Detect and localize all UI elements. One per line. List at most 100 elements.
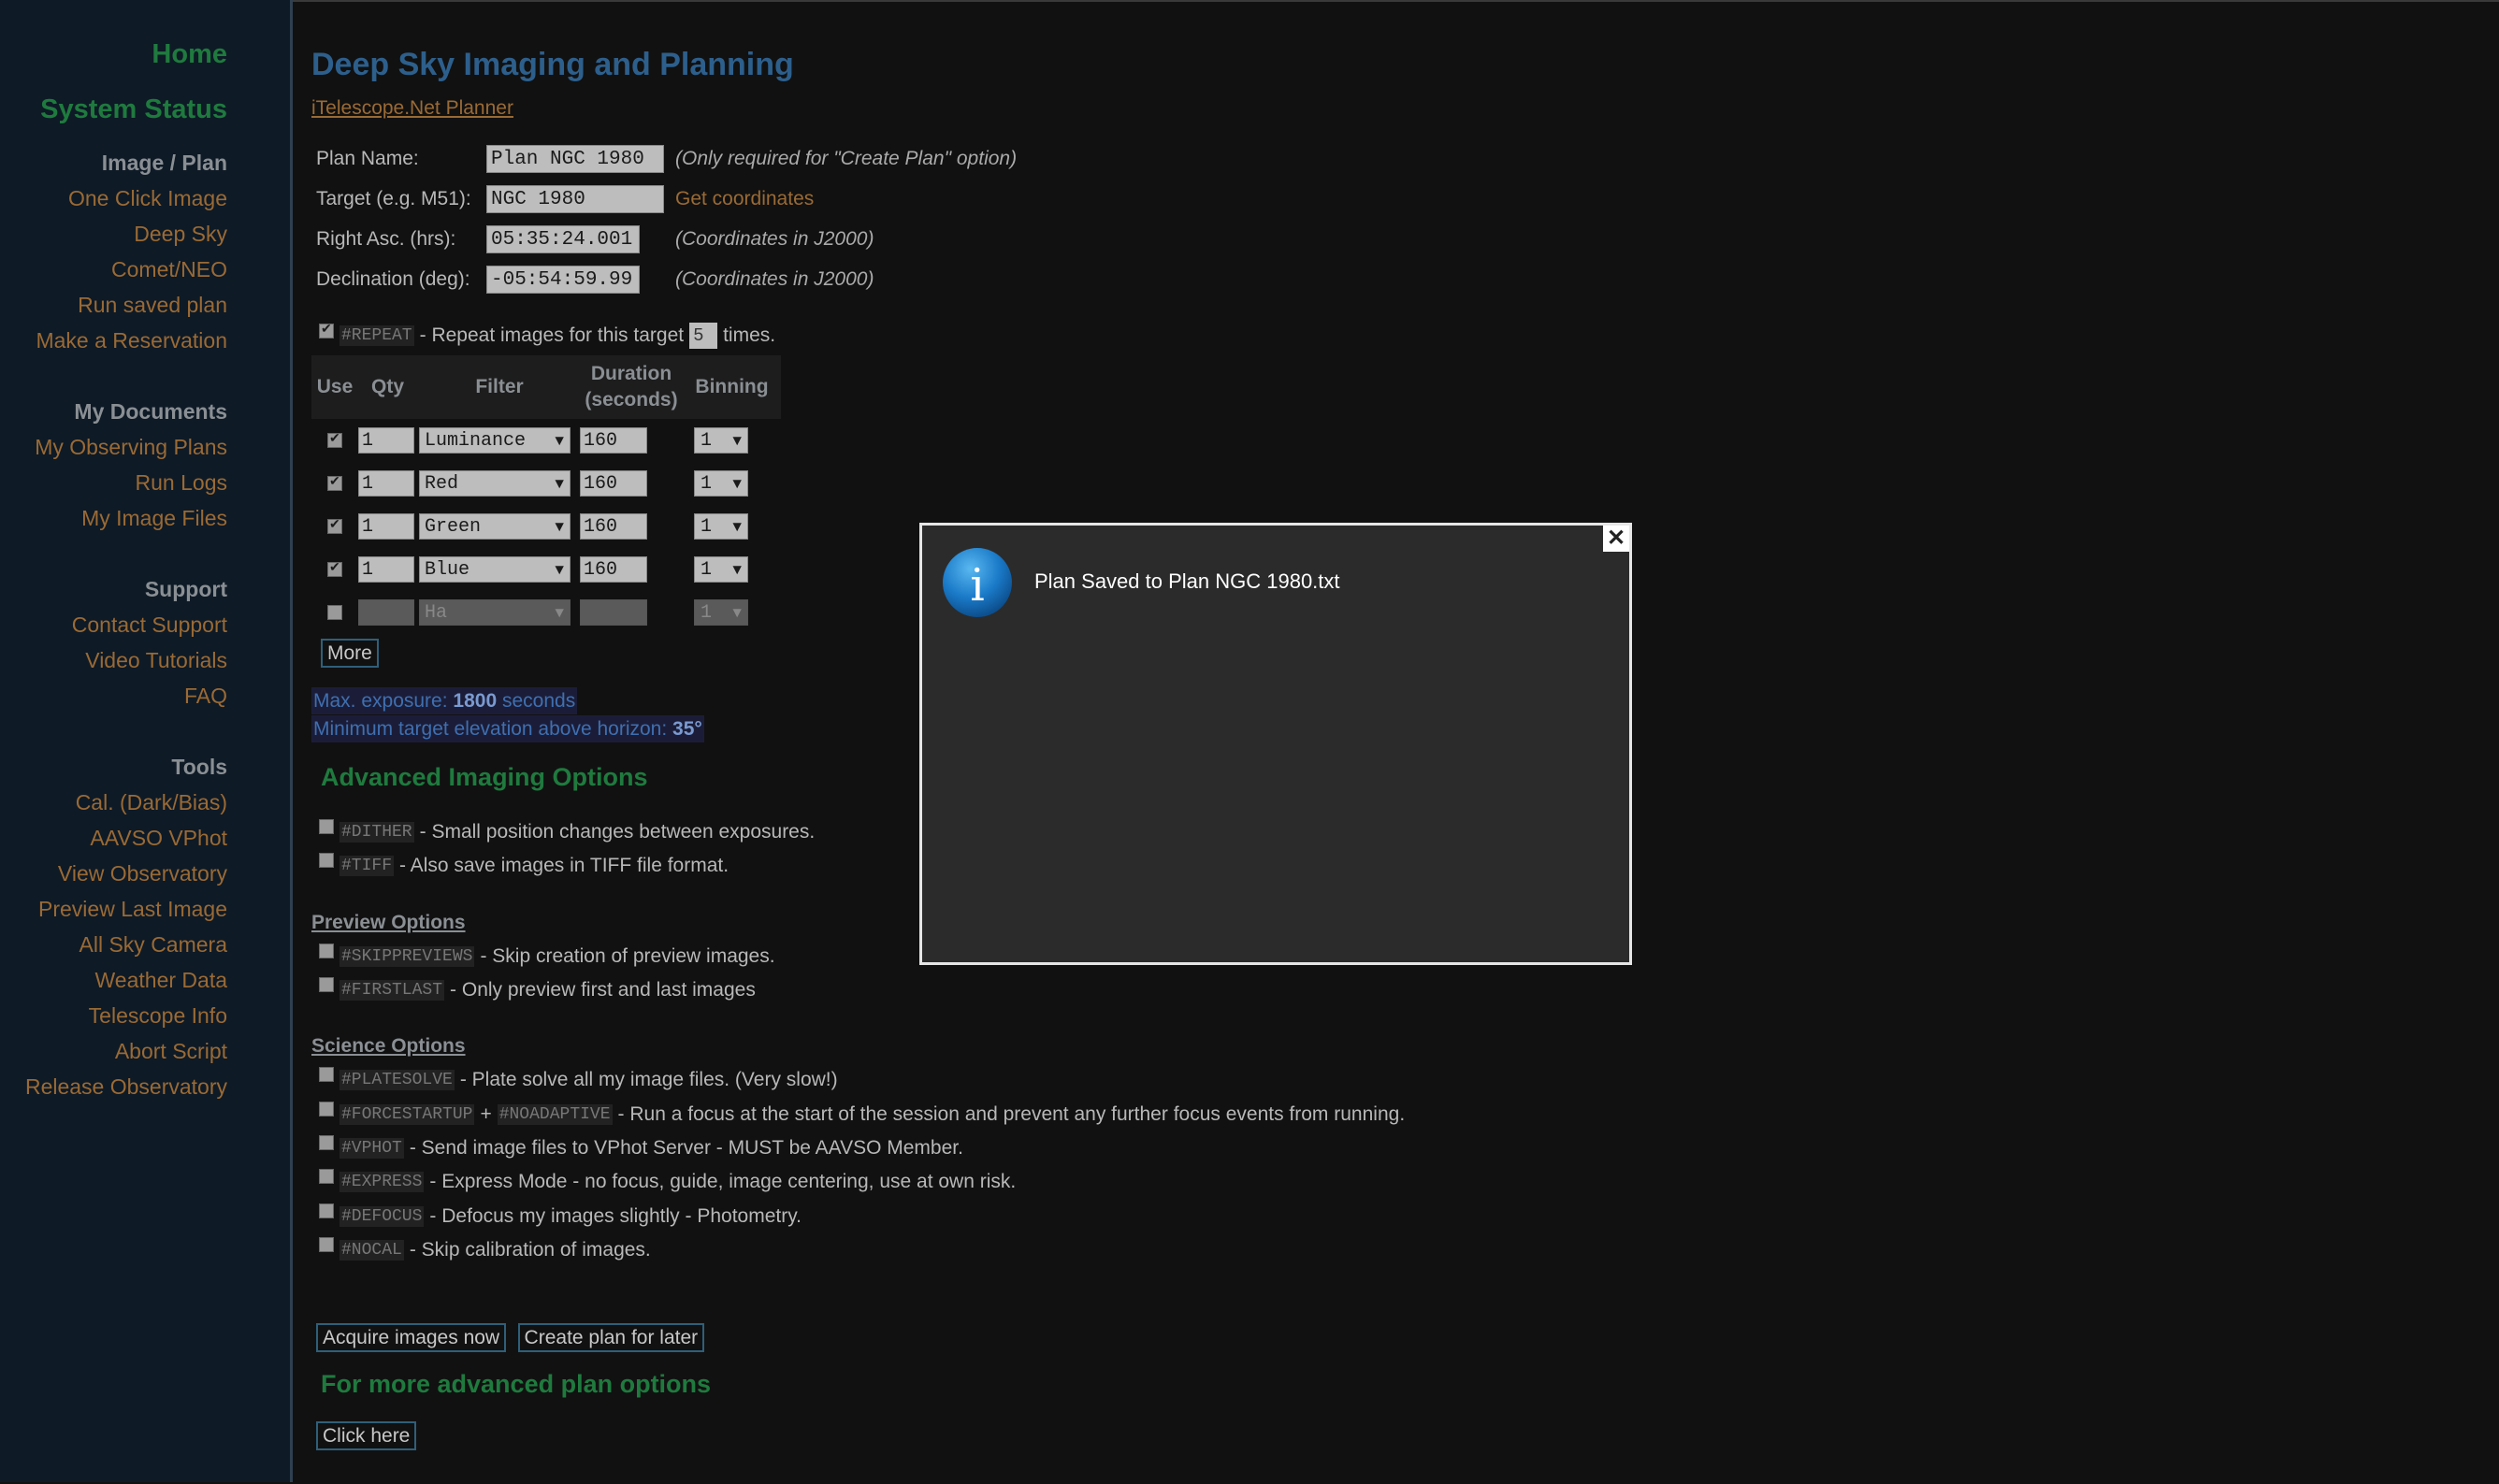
page-title: Deep Sky Imaging and Planning (311, 47, 794, 82)
filter-qty-input[interactable] (358, 599, 414, 626)
filter-select[interactable]: Luminance ▼ (419, 427, 571, 454)
acquire-images-button[interactable]: Acquire images now (316, 1323, 507, 1352)
binning-select-value: 1 (701, 559, 713, 581)
filter-duration-input[interactable]: 160 (580, 470, 647, 497)
filter-select[interactable]: Ha ▼ (419, 599, 571, 626)
filter-select[interactable]: Red ▼ (419, 470, 571, 497)
sidebar-item-comet-neo[interactable]: Comet/NEO (25, 252, 227, 287)
sidebar-heading-support: Support (144, 577, 227, 601)
sidebar-nav: Home System Status Image / Plan One Clic… (25, 37, 227, 1104)
sidebar-item-aavso-vphot[interactable]: AAVSO VPhot (25, 820, 227, 856)
sidebar-item-abort-script[interactable]: Abort Script (25, 1033, 227, 1069)
option-code: #DITHER (339, 822, 414, 843)
binning-select[interactable]: 1 ▼ (694, 427, 748, 454)
dropdown-arrow-icon: ▼ (555, 519, 564, 536)
more-filters-button[interactable]: More (321, 639, 379, 668)
col-filter: Filter (475, 376, 524, 397)
option-defocus: #DEFOCUS - Defocus my images slightly - … (319, 1203, 802, 1228)
sidebar-item-telescope-info[interactable]: Telescope Info (25, 998, 227, 1033)
filter-select-value: Ha (425, 602, 448, 624)
sidebar-item-my-image-files[interactable]: My Image Files (25, 500, 227, 536)
express-checkbox[interactable] (319, 1169, 334, 1184)
binning-select[interactable]: 1 ▼ (694, 599, 748, 626)
sidebar-item-run-logs[interactable]: Run Logs (25, 465, 227, 500)
option-code: #FIRSTLAST (339, 980, 445, 1001)
filter-row-luminance: 1 Luminance▼ 160 1▼ (311, 419, 781, 462)
firstlast-checkbox[interactable] (319, 977, 334, 992)
vphot-checkbox[interactable] (319, 1135, 334, 1150)
sidebar-item-view-observatory[interactable]: View Observatory (25, 856, 227, 891)
max-exposure-unit: seconds (501, 690, 576, 712)
sidebar-item-my-observing-plans[interactable]: My Observing Plans (25, 429, 227, 465)
filter-select-value: Blue (425, 559, 470, 581)
filter-select-value: Luminance (425, 430, 527, 452)
option-text: - Also save images in TIFF file format. (399, 855, 729, 876)
binning-select-value: 1 (701, 516, 713, 538)
sidebar-item-make-reservation[interactable]: Make a Reservation (25, 323, 227, 358)
sidebar-item-cal-dark-bias[interactable]: Cal. (Dark/Bias) (25, 785, 227, 820)
repeat-count-input[interactable]: 5 (689, 323, 718, 349)
filter-table: Use Qty Filter Duration (seconds) Binnin… (311, 355, 781, 634)
filter-select[interactable]: Green ▼ (419, 513, 571, 540)
filter-qty-input[interactable]: 1 (358, 470, 414, 497)
sidebar-home-link[interactable]: Home (25, 37, 227, 71)
repeat-times-text: times. (723, 324, 776, 346)
get-coordinates-link[interactable]: Get coordinates (675, 188, 814, 210)
filter-duration-input[interactable]: 160 (580, 427, 647, 454)
tiff-checkbox[interactable] (319, 853, 334, 868)
filter-duration-input[interactable]: 160 (580, 556, 647, 583)
filter-duration-input[interactable]: 160 (580, 513, 647, 540)
close-icon[interactable]: ✕ (1603, 526, 1629, 552)
filter-select[interactable]: Blue ▼ (419, 556, 571, 583)
click-here-button[interactable]: Click here (316, 1421, 417, 1450)
binning-select[interactable]: 1 ▼ (694, 556, 748, 583)
plan-name-input[interactable]: Plan NGC 1980 (486, 145, 664, 173)
sidebar-item-deep-sky[interactable]: Deep Sky (25, 216, 227, 252)
filter-duration-input[interactable] (580, 599, 647, 626)
sidebar-item-weather-data[interactable]: Weather Data (25, 962, 227, 998)
sidebar-heading-image-plan: Image / Plan (101, 151, 227, 175)
sidebar-item-video-tutorials[interactable]: Video Tutorials (25, 642, 227, 678)
nocal-checkbox[interactable] (319, 1237, 334, 1252)
option-skippreviews: #SKIPPREVIEWS - Skip creation of preview… (319, 944, 775, 968)
option-code: #VPHOT (339, 1138, 404, 1159)
sidebar-item-one-click-image[interactable]: One Click Image (25, 180, 227, 216)
filter-use-checkbox[interactable] (327, 516, 342, 534)
option-text: - Express Mode - no focus, guide, image … (429, 1171, 1017, 1192)
dec-input[interactable]: -05:54:59.99 (486, 266, 640, 294)
sidebar-system-status-link[interactable]: System Status (25, 93, 227, 126)
filter-use-checkbox[interactable] (327, 605, 342, 620)
filter-use-checkbox[interactable] (327, 430, 342, 448)
defocus-checkbox[interactable] (319, 1203, 334, 1218)
ra-input[interactable]: 05:35:24.001 (486, 225, 640, 253)
filter-table-header: Use Qty Filter Duration (seconds) Binnin… (311, 355, 781, 419)
sidebar: Home System Status Image / Plan One Clic… (0, 0, 293, 1482)
filter-qty-input[interactable]: 1 (358, 427, 414, 454)
target-input[interactable]: NGC 1980 (486, 185, 664, 213)
sidebar-item-run-saved-plan[interactable]: Run saved plan (25, 287, 227, 323)
sidebar-item-preview-last-image[interactable]: Preview Last Image (25, 891, 227, 927)
sidebar-item-faq[interactable]: FAQ (25, 678, 227, 713)
plan-saved-dialog: ✕ i Plan Saved to Plan NGC 1980.txt (919, 523, 1632, 965)
advanced-options-heading: Advanced Imaging Options (321, 763, 648, 791)
science-options-heading: Science Options (311, 1035, 466, 1057)
dropdown-arrow-icon: ▼ (555, 562, 564, 579)
sidebar-item-all-sky-camera[interactable]: All Sky Camera (25, 927, 227, 962)
filter-use-checkbox[interactable] (327, 473, 342, 491)
dither-checkbox[interactable] (319, 819, 334, 834)
filter-use-checkbox[interactable] (327, 559, 342, 577)
dropdown-arrow-icon: ▼ (732, 519, 742, 536)
filter-qty-input[interactable]: 1 (358, 556, 414, 583)
skippreviews-checkbox[interactable] (319, 944, 334, 958)
create-plan-button[interactable]: Create plan for later (517, 1323, 705, 1352)
filter-qty-input[interactable]: 1 (358, 513, 414, 540)
repeat-checkbox[interactable] (319, 321, 334, 339)
sidebar-item-release-observatory[interactable]: Release Observatory (25, 1069, 227, 1104)
planner-link[interactable]: iTelescope.Net Planner (311, 97, 513, 120)
sidebar-item-contact-support[interactable]: Contact Support (25, 607, 227, 642)
binning-select[interactable]: 1 ▼ (694, 513, 748, 540)
binning-select[interactable]: 1 ▼ (694, 470, 748, 497)
option-text: - Defocus my images slightly - Photometr… (429, 1205, 802, 1227)
forcestartup-checkbox[interactable] (319, 1102, 334, 1117)
platesolve-checkbox[interactable] (319, 1067, 334, 1082)
